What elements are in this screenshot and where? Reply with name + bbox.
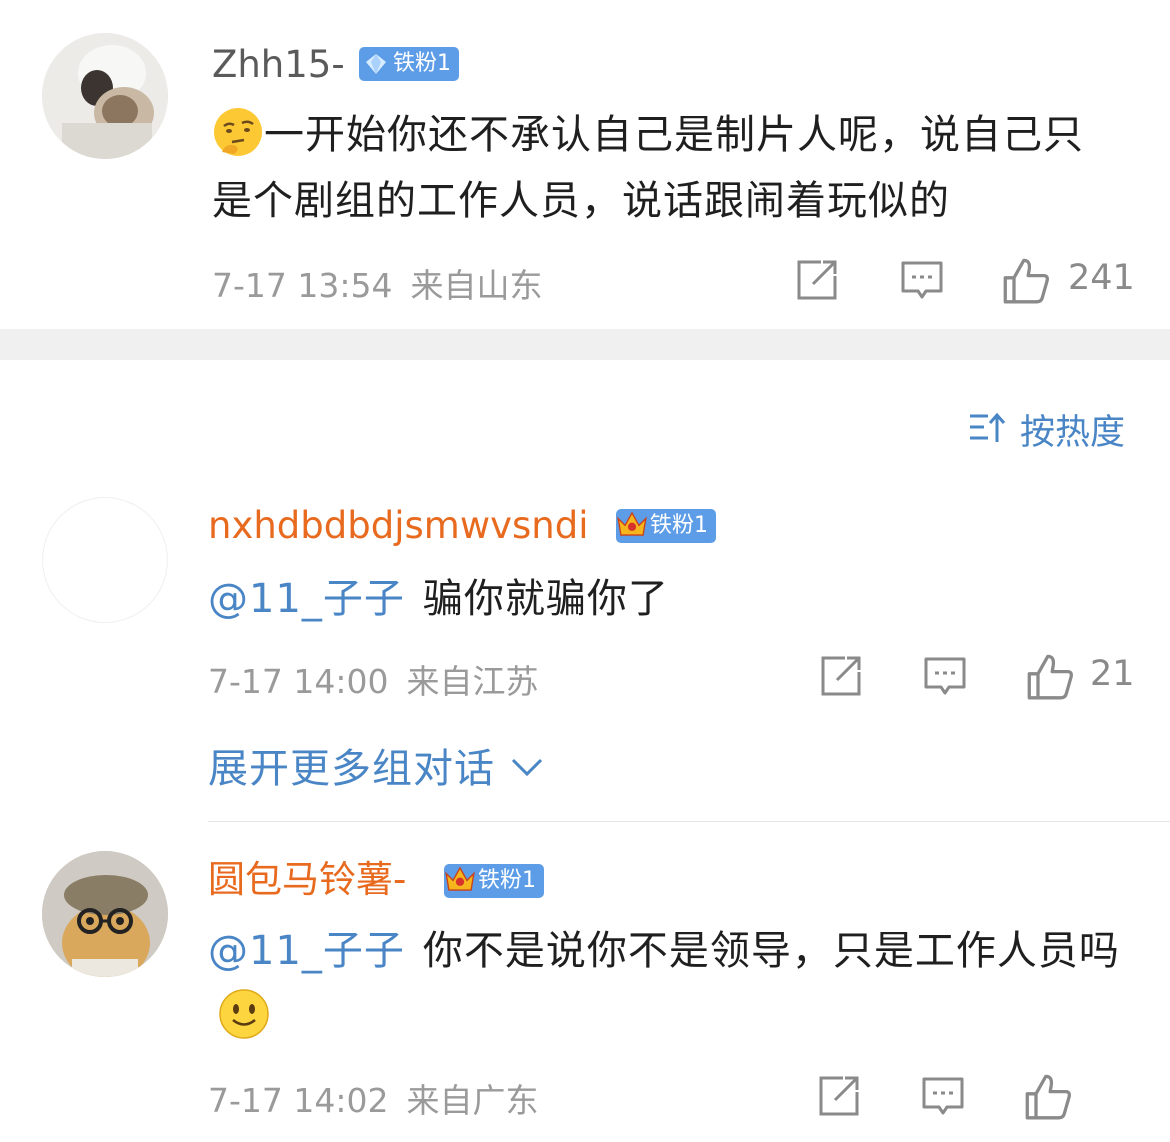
location: 来自广东: [406, 1081, 539, 1120]
timestamp: 7-17 14:00: [208, 662, 389, 701]
comment-text: @11_子子 骗你就骗你了: [208, 566, 1138, 632]
avatar[interactable]: [42, 33, 168, 159]
chevron-down-icon: [512, 758, 543, 777]
crown-icon: [617, 511, 647, 536]
timestamp: 7-17 14:02: [208, 1081, 389, 1120]
avatar[interactable]: [42, 497, 168, 623]
avatar[interactable]: [42, 851, 168, 977]
comment-body: 骗你就骗你了: [422, 576, 669, 622]
thinking-emoji: [214, 108, 262, 156]
share-icon[interactable]: [817, 1074, 861, 1118]
username[interactable]: Zhh15-: [212, 42, 345, 88]
username[interactable]: nxhdbdbdjsmwvsndi: [208, 503, 588, 549]
smile-emoji: [219, 989, 269, 1039]
fan-badge: 铁粉1: [359, 47, 459, 81]
badge-label: 铁粉1: [650, 513, 708, 538]
comment-body: 你不是说你不是领导，只是工作人员吗: [422, 928, 1120, 974]
location: 来自山东: [410, 266, 543, 305]
like-count: 241: [1068, 258, 1135, 298]
comment-text: 一开始你还不承认自己是制片人呢，说自己只是个剧组的工作人员，说话跟闹着玩似的: [212, 102, 1112, 234]
mention-link[interactable]: @11_子子: [208, 576, 405, 622]
comment-body: 一开始你还不承认自己是制片人呢，说自己只是个剧组的工作人员，说话跟闹着玩似的: [212, 112, 1084, 224]
diamond-icon: [366, 54, 386, 74]
mention-link[interactable]: @11_子子: [208, 928, 405, 974]
reply-icon[interactable]: [921, 1074, 965, 1118]
fan-badge: 铁粉1: [616, 509, 716, 543]
expand-conversations-link[interactable]: 展开更多组对话: [208, 736, 544, 792]
comment-meta: 7-17 14:00 来自江苏: [208, 655, 539, 703]
share-icon[interactable]: [819, 654, 863, 698]
comment-text: @11_子子 你不是说你不是领导，只是工作人员吗: [208, 918, 1138, 1050]
avatar-image: [42, 33, 168, 159]
crown-icon: [445, 866, 475, 891]
like-icon[interactable]: [1026, 652, 1074, 700]
expand-label: 展开更多组对话: [208, 746, 495, 792]
comment-meta: 7-17 13:54 来自山东: [212, 259, 543, 307]
fan-badge: 铁粉1: [444, 864, 544, 898]
sort-label: 按热度: [1020, 413, 1126, 453]
reply-icon[interactable]: [900, 258, 944, 302]
badge-label: 铁粉1: [393, 51, 451, 76]
username[interactable]: 圆包马铃薯-: [208, 857, 406, 903]
share-icon[interactable]: [795, 258, 839, 302]
section-divider: [0, 329, 1170, 360]
comment-divider: [208, 821, 1170, 822]
location: 来自江苏: [406, 662, 539, 701]
comment-meta: 7-17 14:02 来自广东: [208, 1074, 539, 1122]
like-icon[interactable]: [1024, 1072, 1072, 1120]
reply-icon[interactable]: [923, 654, 967, 698]
timestamp: 7-17 13:54: [212, 266, 393, 305]
sort-icon: [970, 412, 1006, 442]
badge-label: 铁粉1: [478, 868, 536, 893]
avatar-image: [42, 851, 168, 977]
like-icon[interactable]: [1002, 256, 1050, 304]
like-count: 21: [1090, 654, 1135, 694]
